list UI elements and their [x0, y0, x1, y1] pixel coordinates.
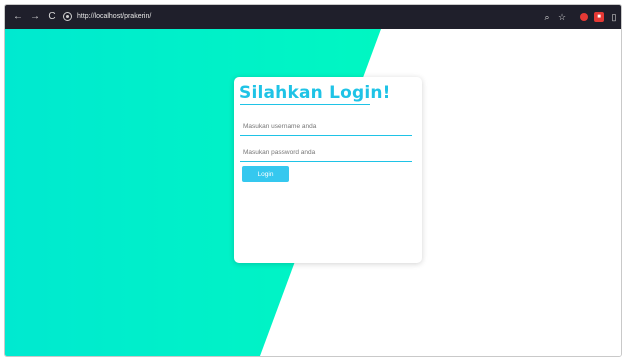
site-info-icon[interactable] [63, 12, 72, 21]
extension-badge-icon[interactable]: ■ [594, 12, 604, 22]
login-title: Silahkan Login! [239, 83, 391, 103]
login-card: Silahkan Login! Login [234, 77, 422, 263]
reload-icon[interactable]: C [46, 11, 58, 23]
zoom-icon[interactable]: ⌕ [541, 11, 553, 23]
side-panel-icon[interactable]: ▯ [608, 11, 620, 23]
browser-toolbar: ← → C http://localhost/prakerin/ ⌕ ☆ ■ ▯ [5, 5, 621, 29]
extension-icon[interactable] [580, 13, 588, 21]
forward-icon[interactable]: → [29, 11, 41, 23]
bookmark-star-icon[interactable]: ☆ [556, 11, 568, 23]
address-bar[interactable]: http://localhost/prakerin/ [77, 11, 151, 23]
username-input[interactable] [240, 118, 412, 136]
login-button[interactable]: Login [242, 166, 289, 182]
title-underline [240, 104, 370, 105]
browser-window: ← → C http://localhost/prakerin/ ⌕ ☆ ■ ▯… [4, 4, 622, 357]
page-content: Silahkan Login! Login [5, 29, 621, 356]
back-icon[interactable]: ← [12, 11, 24, 23]
password-input[interactable] [240, 144, 412, 162]
